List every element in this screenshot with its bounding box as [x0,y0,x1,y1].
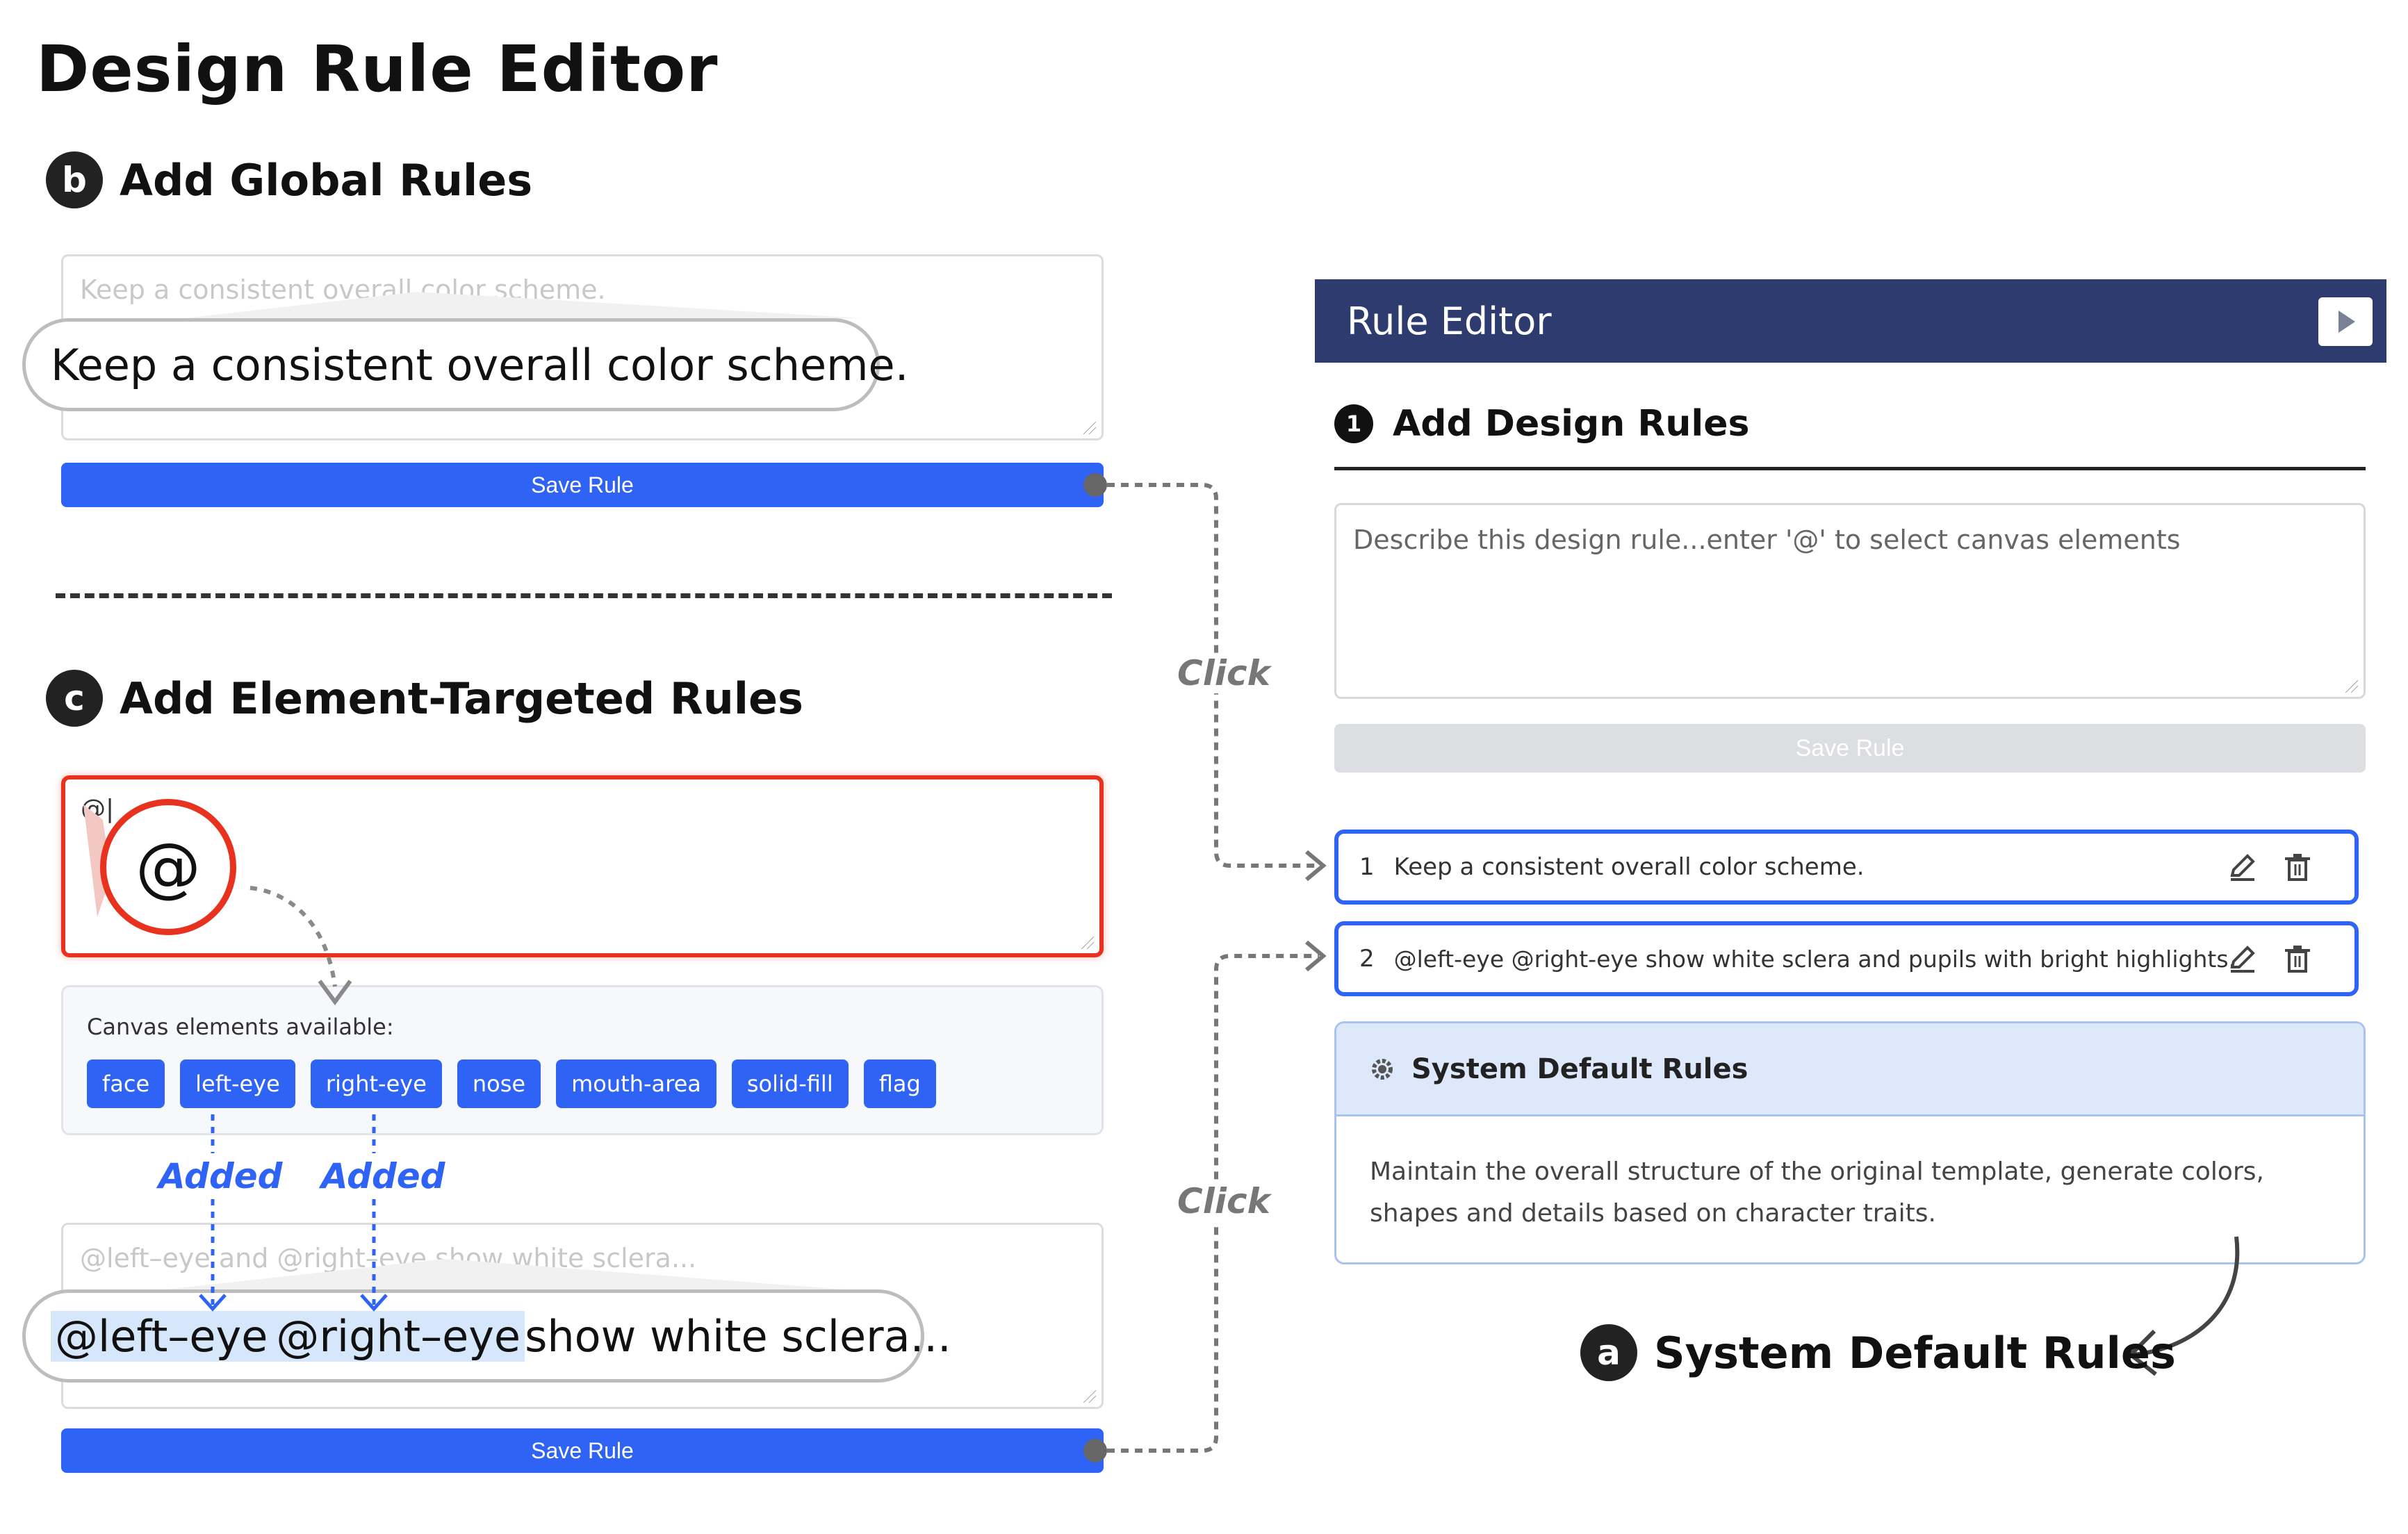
callout-a: a System Default Rules [1580,1324,2176,1381]
callout-a-title: System Default Rules [1654,1327,2176,1378]
callout-a-arrow [2127,1236,2240,1376]
section-badge-a: a [1580,1324,1637,1381]
